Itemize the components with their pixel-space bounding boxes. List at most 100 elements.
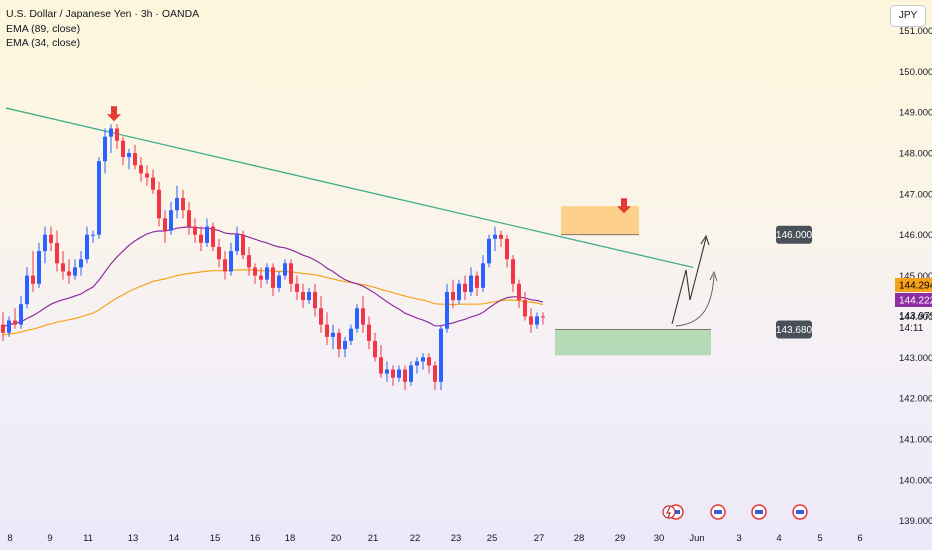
- x-tick-label: 13: [128, 533, 139, 544]
- x-tick-label: 18: [285, 533, 296, 544]
- candle-body: [97, 161, 101, 235]
- candle-body: [199, 234, 203, 243]
- x-tick-label: 16: [250, 533, 261, 544]
- candle-body: [397, 369, 401, 378]
- currency-button[interactable]: JPY: [890, 5, 926, 27]
- x-tick-label: 30: [654, 533, 665, 544]
- candle-body: [523, 300, 527, 317]
- candle-body: [481, 263, 485, 288]
- price-axis[interactable]: 151.000 150.000 149.000 148.000 147.000 146.0…: [895, 26, 932, 527]
- candle-body: [367, 324, 371, 341]
- level-label-146: 146.000: [776, 230, 813, 241]
- candle-body: [37, 251, 41, 284]
- candle-body: [217, 246, 221, 260]
- symbol-title[interactable]: U.S. Dollar / Japanese Yen · 3h · OANDA: [6, 7, 199, 22]
- candle-body: [103, 136, 107, 162]
- candle-body: [463, 283, 467, 292]
- y-tick-label: 151.000: [899, 26, 932, 37]
- level-label-143: 143.680: [776, 325, 813, 336]
- y-tick-label: 140.000: [899, 475, 932, 486]
- candle-body: [67, 271, 71, 276]
- candle-body: [241, 234, 245, 256]
- candle-body: [79, 259, 83, 268]
- x-tick-label: 8: [7, 533, 12, 544]
- candle-body: [85, 234, 89, 260]
- y-tick-label: 148.000: [899, 149, 932, 160]
- candle-body: [403, 369, 407, 382]
- x-tick-label: 4: [776, 533, 781, 544]
- candle-body: [211, 226, 215, 247]
- candle-body: [13, 320, 17, 325]
- supply-zone: [561, 206, 639, 235]
- candle-body: [25, 275, 29, 305]
- y-tick-label: 149.000: [899, 108, 932, 119]
- candle-body: [355, 308, 359, 329]
- candle-body: [7, 320, 11, 333]
- x-tick-label: 23: [451, 533, 462, 544]
- chart-legend: U.S. Dollar / Japanese Yen · 3h · OANDA …: [6, 7, 199, 51]
- y-tick-label: 143.000: [899, 353, 932, 364]
- x-tick-label: 22: [410, 533, 421, 544]
- candle-body: [361, 308, 365, 325]
- candle-body: [487, 238, 491, 264]
- candle-body: [175, 197, 179, 211]
- price-badge-text: 144.294: [899, 281, 932, 292]
- event-flag-stripe: [755, 510, 763, 514]
- x-tick-label: 11: [83, 533, 93, 544]
- x-tick-label: 9: [47, 533, 52, 544]
- event-icons[interactable]: [662, 504, 808, 520]
- forecast-zigzag: [671, 237, 707, 325]
- candle-body: [19, 304, 23, 325]
- candle-body: [163, 218, 167, 231]
- candle-body: [73, 267, 77, 276]
- candle-body: [421, 357, 425, 362]
- candle-body: [259, 275, 263, 280]
- price-chart[interactable]: 146.000 143.680 151.000 150.000 149.000 148.…: [0, 0, 932, 550]
- ema34-legend[interactable]: EMA (34, close): [6, 36, 199, 51]
- y-tick-label: 139.000: [899, 516, 932, 527]
- candle-body: [235, 234, 239, 252]
- candle-body: [307, 291, 311, 301]
- candle-body: [169, 210, 173, 231]
- candle-body: [301, 291, 305, 301]
- candle-body: [133, 153, 137, 166]
- candle-body: [439, 328, 443, 382]
- candle-body: [61, 263, 65, 272]
- candle-body: [43, 234, 47, 252]
- candle-body: [349, 328, 353, 341]
- candle-body: [337, 332, 341, 350]
- last-price: 143.979: [899, 311, 932, 322]
- candle-body: [289, 263, 293, 284]
- candle-body: [109, 128, 113, 137]
- candle-body: [265, 267, 269, 280]
- candle-body: [535, 316, 539, 325]
- candle-body: [151, 177, 155, 190]
- candle-body: [373, 340, 377, 358]
- x-tick-label: 14: [169, 533, 180, 544]
- candle-body: [409, 365, 413, 382]
- ema89-legend[interactable]: EMA (89, close): [6, 22, 199, 37]
- candle-body: [493, 234, 497, 239]
- candle-body: [469, 275, 473, 292]
- candle-body: [283, 263, 287, 276]
- x-tick-label: 29: [615, 533, 626, 544]
- y-tick-label: 150.000: [899, 67, 932, 78]
- x-tick-label: 28: [574, 533, 585, 544]
- peak-arrow-down: [107, 106, 121, 122]
- time-axis[interactable]: 8 9 11 13 14 15 16 18 20 21 22 23 25 27 28 29 30 Jun 3 4 5 6: [7, 533, 862, 544]
- candle-body: [505, 238, 509, 260]
- candle-body: [115, 128, 119, 141]
- candle-body: [451, 291, 455, 301]
- event-flag-stripe: [796, 510, 804, 514]
- y-tick-label: 142.000: [899, 394, 932, 405]
- candle-body: [157, 189, 161, 219]
- candle-body: [91, 234, 95, 236]
- event-flag-stripe: [714, 510, 722, 514]
- y-tick-label: 146.000: [899, 230, 932, 241]
- demand-zone: [555, 329, 711, 356]
- candle-body: [193, 226, 197, 235]
- candle-body: [205, 226, 209, 243]
- candle-body: [391, 369, 395, 378]
- x-tick-label: 5: [817, 533, 822, 544]
- candle-body: [379, 357, 383, 374]
